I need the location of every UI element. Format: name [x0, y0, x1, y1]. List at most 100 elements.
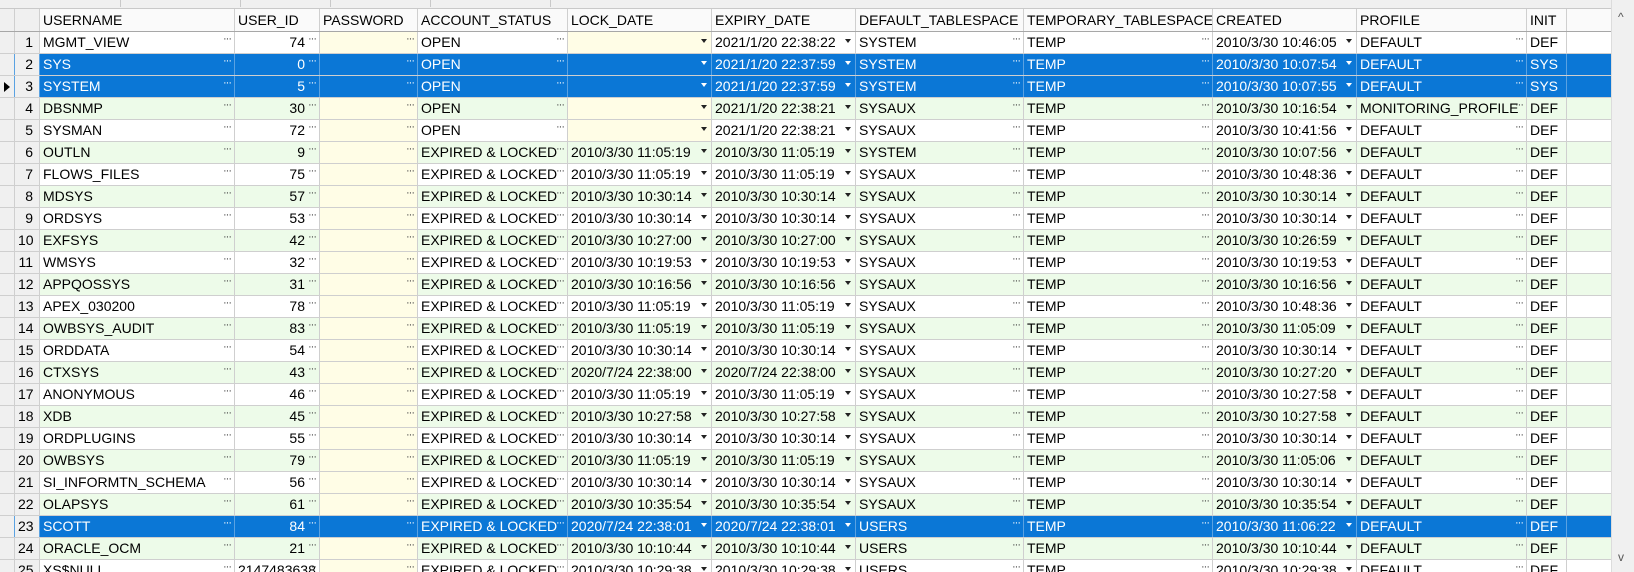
- table-row[interactable]: 24 ORACLE_OCM ··· 21 ··· ··· EXPIRED & LOCKED ·…: [0, 538, 1612, 560]
- cell-lock-date[interactable]: 2010/3/30 10:29:38: [568, 560, 712, 572]
- cell-init[interactable]: SYS: [1527, 76, 1567, 97]
- cell-init[interactable]: DEF: [1527, 164, 1567, 185]
- dropdown-arrow-icon[interactable]: [845, 215, 851, 219]
- dropdown-arrow-icon[interactable]: [701, 479, 707, 483]
- ellipsis-icon[interactable]: ···: [223, 362, 232, 380]
- ellipsis-icon[interactable]: ···: [1012, 186, 1021, 204]
- cell-expiry-date[interactable]: 2010/3/30 10:10:44: [712, 538, 856, 559]
- scroll-down-icon[interactable]: v: [1618, 550, 1624, 564]
- cell-password[interactable]: ···: [320, 362, 418, 383]
- ellipsis-icon[interactable]: ···: [406, 98, 415, 116]
- ellipsis-icon[interactable]: ···: [1012, 406, 1021, 424]
- ellipsis-icon[interactable]: ···: [223, 494, 232, 512]
- cell-password[interactable]: ···: [320, 54, 418, 75]
- cell-user-id[interactable]: 46 ···: [235, 384, 320, 405]
- cell-user-id[interactable]: 21 ···: [235, 538, 320, 559]
- ellipsis-icon[interactable]: ···: [406, 252, 415, 270]
- ellipsis-icon[interactable]: ···: [556, 230, 565, 248]
- cell-lock-date[interactable]: 2010/3/30 10:27:00: [568, 230, 712, 251]
- ellipsis-icon[interactable]: ···: [308, 164, 317, 182]
- row-number[interactable]: 14: [15, 318, 40, 339]
- ellipsis-icon[interactable]: ···: [1515, 164, 1524, 182]
- ellipsis-icon[interactable]: ···: [1515, 54, 1524, 72]
- cell-temporary-tablespace[interactable]: TEMP ···: [1024, 54, 1213, 75]
- cell-default-tablespace[interactable]: SYSAUX ···: [856, 318, 1024, 339]
- cell-lock-date[interactable]: 2010/3/30 10:30:14: [568, 186, 712, 207]
- cell-account-status[interactable]: EXPIRED & LOCKED ···: [418, 362, 568, 383]
- dropdown-arrow-icon[interactable]: [701, 369, 707, 373]
- cell-created[interactable]: 2010/3/30 10:30:14: [1213, 208, 1357, 229]
- table-row[interactable]: 16 CTXSYS ··· 43 ··· ··· EXPIRED & LOCKED ··· 20…: [0, 362, 1612, 384]
- cell-username[interactable]: WMSYS ···: [40, 252, 235, 273]
- cell-account-status[interactable]: EXPIRED & LOCKED ···: [418, 340, 568, 361]
- cell-init[interactable]: DEF: [1527, 142, 1567, 163]
- cell-expiry-date[interactable]: 2010/3/30 11:05:19: [712, 142, 856, 163]
- cell-profile[interactable]: DEFAULT ···: [1357, 32, 1527, 53]
- cell-account-status[interactable]: OPEN ···: [418, 120, 568, 141]
- cell-account-status[interactable]: EXPIRED & LOCKED ···: [418, 230, 568, 251]
- ellipsis-icon[interactable]: ···: [406, 560, 415, 572]
- cell-default-tablespace[interactable]: SYSAUX ···: [856, 428, 1024, 449]
- ellipsis-icon[interactable]: ···: [1012, 384, 1021, 402]
- dropdown-arrow-icon[interactable]: [1346, 171, 1352, 175]
- dropdown-arrow-icon[interactable]: [845, 435, 851, 439]
- row-number[interactable]: 9: [15, 208, 40, 229]
- column-header-expiry-date[interactable]: EXPIRY_DATE: [712, 9, 856, 31]
- cell-init[interactable]: DEF: [1527, 296, 1567, 317]
- cell-default-tablespace[interactable]: SYSAUX ···: [856, 164, 1024, 185]
- ellipsis-icon[interactable]: ···: [308, 186, 317, 204]
- cell-expiry-date[interactable]: 2010/3/30 10:30:14: [712, 472, 856, 493]
- cell-account-status[interactable]: EXPIRED & LOCKED ···: [418, 296, 568, 317]
- cell-user-id[interactable]: 56 ···: [235, 472, 320, 493]
- dropdown-arrow-icon[interactable]: [845, 523, 851, 527]
- ellipsis-icon[interactable]: ···: [1201, 406, 1210, 424]
- cell-password[interactable]: ···: [320, 32, 418, 53]
- dropdown-arrow-icon[interactable]: [845, 259, 851, 263]
- cell-default-tablespace[interactable]: SYSTEM ···: [856, 142, 1024, 163]
- ellipsis-icon[interactable]: ···: [223, 516, 232, 534]
- cell-username[interactable]: SYSTEM ···: [40, 76, 235, 97]
- row-number[interactable]: 23: [15, 516, 40, 537]
- ellipsis-icon[interactable]: ···: [1201, 98, 1210, 116]
- dropdown-arrow-icon[interactable]: [1346, 347, 1352, 351]
- cell-account-status[interactable]: EXPIRED & LOCKED ···: [418, 142, 568, 163]
- cell-profile[interactable]: DEFAULT ···: [1357, 252, 1527, 273]
- ellipsis-icon[interactable]: ···: [308, 32, 317, 50]
- ellipsis-icon[interactable]: ···: [1012, 32, 1021, 50]
- ellipsis-icon[interactable]: ···: [1515, 318, 1524, 336]
- cell-user-id[interactable]: 54 ···: [235, 340, 320, 361]
- cell-lock-date[interactable]: 2010/3/30 10:30:14: [568, 428, 712, 449]
- ellipsis-icon[interactable]: ···: [556, 120, 565, 138]
- cell-expiry-date[interactable]: 2020/7/24 22:38:01: [712, 516, 856, 537]
- ellipsis-icon[interactable]: ···: [406, 208, 415, 226]
- dropdown-arrow-icon[interactable]: [1346, 149, 1352, 153]
- cell-temporary-tablespace[interactable]: TEMP ···: [1024, 406, 1213, 427]
- dropdown-arrow-icon[interactable]: [1346, 479, 1352, 483]
- column-header-default-tablespace[interactable]: DEFAULT_TABLESPACE: [856, 9, 1024, 31]
- ellipsis-icon[interactable]: ···: [556, 384, 565, 402]
- cell-profile[interactable]: DEFAULT ···: [1357, 340, 1527, 361]
- cell-account-status[interactable]: EXPIRED & LOCKED ···: [418, 186, 568, 207]
- table-row[interactable]: 1 MGMT_VIEW ··· 74 ··· ··· OPEN ··· 2021/1/20 22…: [0, 32, 1612, 54]
- ellipsis-icon[interactable]: ···: [1201, 340, 1210, 358]
- cell-password[interactable]: ···: [320, 340, 418, 361]
- cell-account-status[interactable]: EXPIRED & LOCKED ···: [418, 208, 568, 229]
- cell-username[interactable]: MGMT_VIEW ···: [40, 32, 235, 53]
- ellipsis-icon[interactable]: ···: [308, 142, 317, 160]
- ellipsis-icon[interactable]: ···: [1012, 472, 1021, 490]
- ellipsis-icon[interactable]: ···: [406, 274, 415, 292]
- cell-created[interactable]: 2010/3/30 10:30:14: [1213, 472, 1357, 493]
- vertical-scrollbar[interactable]: ^ v: [1611, 0, 1634, 572]
- ellipsis-icon[interactable]: ···: [308, 120, 317, 138]
- dropdown-arrow-icon[interactable]: [701, 83, 707, 87]
- dropdown-arrow-icon[interactable]: [1346, 215, 1352, 219]
- cell-init[interactable]: DEF: [1527, 340, 1567, 361]
- dropdown-arrow-icon[interactable]: [701, 259, 707, 263]
- column-header-lock-date[interactable]: LOCK_DATE: [568, 9, 712, 31]
- cell-expiry-date[interactable]: 2010/3/30 11:05:19: [712, 450, 856, 471]
- ellipsis-icon[interactable]: ···: [1515, 384, 1524, 402]
- cell-lock-date[interactable]: 2010/3/30 11:05:19: [568, 142, 712, 163]
- cell-temporary-tablespace[interactable]: TEMP ···: [1024, 494, 1213, 515]
- ellipsis-icon[interactable]: ···: [1201, 494, 1210, 512]
- dropdown-arrow-icon[interactable]: [701, 523, 707, 527]
